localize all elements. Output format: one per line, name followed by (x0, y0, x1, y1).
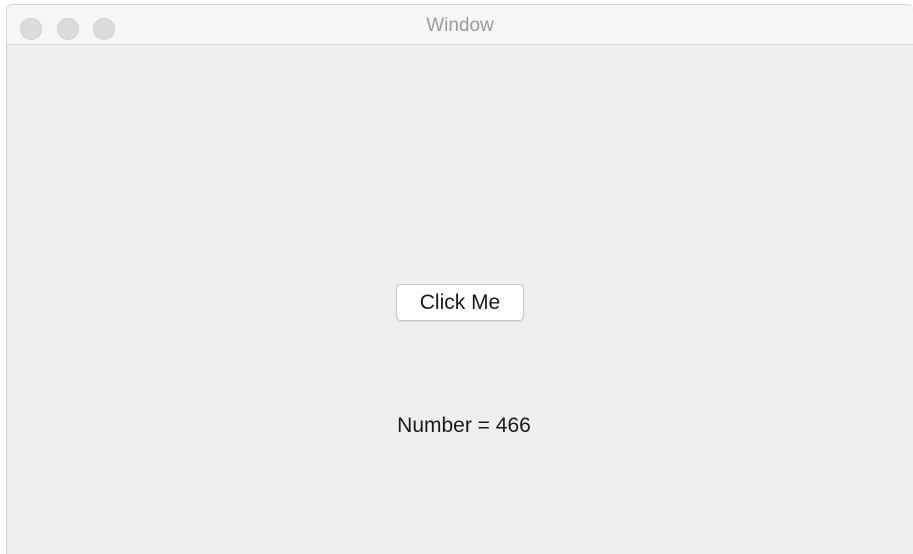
window-title: Window (426, 15, 494, 36)
number-label: Number = 466 (397, 414, 531, 437)
window-content: Click Me Number = 466 (7, 45, 913, 554)
click-me-button[interactable]: Click Me (396, 284, 524, 321)
title-bar[interactable]: Window (7, 5, 913, 45)
app-window: Window Click Me Number = 466 (6, 4, 913, 554)
